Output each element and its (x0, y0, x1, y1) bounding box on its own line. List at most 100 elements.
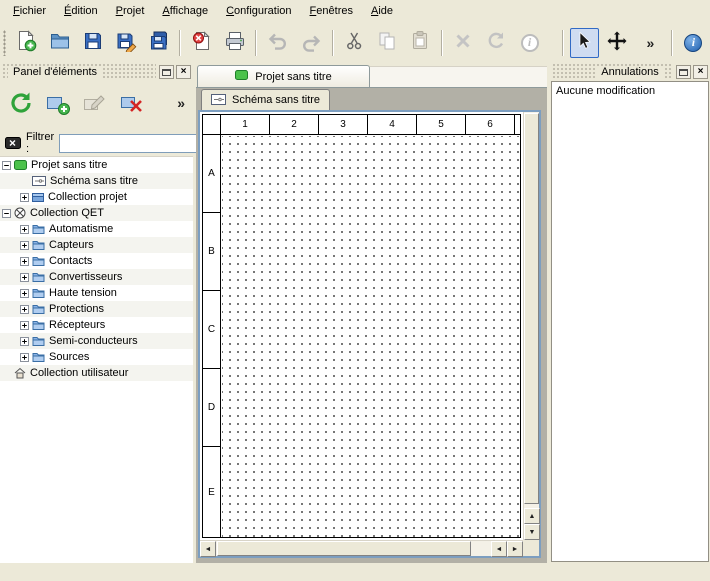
selection-mode-button[interactable] (570, 28, 599, 58)
tree-item-semi-conducteurs[interactable]: Semi-conducteurs (0, 333, 193, 349)
new-document-button[interactable] (12, 28, 41, 58)
about-info-button[interactable]: i (679, 28, 708, 58)
float-icon (679, 68, 688, 76)
toolbar-grip[interactable] (3, 30, 6, 56)
toolbar-separator (441, 30, 443, 56)
open-document-button[interactable] (45, 28, 74, 58)
save-as-button[interactable] (111, 28, 140, 58)
info-button[interactable]: i (515, 28, 544, 58)
scroll-up-button[interactable]: ▲ (524, 508, 540, 524)
expand-expander-icon[interactable] (20, 257, 29, 266)
menu-fichier[interactable]: Fichier (4, 0, 55, 23)
ruler-row-d: D (203, 369, 220, 447)
diagram-view[interactable]: 1 2 3 4 5 6 A B C D (200, 112, 523, 540)
elements-toolbar: » (0, 86, 193, 122)
scroll-left-button[interactable]: ◄ (200, 541, 216, 557)
mdi-area: Projet sans titre Schéma sans titre 1 2 … (196, 63, 547, 563)
expand-expander-icon[interactable] (20, 353, 29, 362)
menu-projet[interactable]: Projet (107, 0, 154, 23)
menu-affichage[interactable]: Affichage (153, 0, 217, 23)
tree-item-sources[interactable]: Sources (0, 349, 193, 365)
tree-item-collection-utilisateur[interactable]: Collection utilisateur (0, 365, 193, 381)
scroll-left-button[interactable]: ◄ (491, 541, 507, 557)
ruler-column-3: 3 (319, 115, 368, 134)
collapse-expander-icon[interactable] (2, 161, 11, 170)
tree-item-recepteurs[interactable]: Récepteurs (0, 317, 193, 333)
menu-edition[interactable]: Édition (55, 0, 107, 23)
filter-input[interactable] (59, 134, 209, 153)
toolbar-overflow-button[interactable]: » (636, 28, 665, 58)
collapse-expander-icon[interactable] (2, 209, 11, 218)
expand-expander-icon[interactable] (20, 193, 29, 202)
tree-item-projet-sans-titre[interactable]: Projet sans titre (0, 157, 193, 173)
menu-configuration[interactable]: Configuration (217, 0, 300, 23)
expand-expander-icon[interactable] (20, 337, 29, 346)
horizontal-scrollbar[interactable]: ◄ ◄ ► (200, 540, 523, 556)
tree-item-label: Capteurs (48, 239, 94, 251)
undo-button[interactable] (263, 28, 292, 58)
tree-item-label: Automatisme (48, 223, 113, 235)
expand-expander-icon[interactable] (20, 305, 29, 314)
cut-button[interactable] (340, 28, 369, 58)
diagram-window: 1 2 3 4 5 6 A B C D (198, 110, 541, 558)
paste-button[interactable] (406, 28, 435, 58)
undo-list-item[interactable]: Aucune modification (552, 82, 708, 100)
float-dock-button[interactable] (159, 65, 174, 79)
vertical-scrollbar-buttons: ▲ ▼ (524, 508, 539, 540)
new-element-button[interactable] (41, 88, 74, 121)
save-all-button[interactable] (144, 28, 173, 58)
undo-list[interactable]: Aucune modification (551, 81, 709, 562)
tree-item-convertisseurs[interactable]: Convertisseurs (0, 269, 193, 285)
tree-item-label: Sources (48, 351, 89, 363)
ruler-corner (203, 115, 221, 135)
close-dock-button[interactable]: × (693, 65, 708, 79)
print-button[interactable] (220, 28, 249, 58)
menu-fenetres[interactable]: Fenêtres (301, 0, 362, 23)
tree-item-label: Protections (48, 303, 104, 315)
edit-element-button[interactable] (78, 88, 111, 121)
tab-projet-sans-titre[interactable]: Projet sans titre (197, 65, 370, 87)
menu-aide[interactable]: Aide (362, 0, 402, 23)
move-arrows-icon (606, 30, 628, 55)
vertical-scrollbar[interactable]: ▲ ▼ (523, 112, 539, 540)
expand-expander-icon[interactable] (20, 273, 29, 282)
delete-element-button[interactable] (115, 88, 148, 121)
tree-item-contacts[interactable]: Contacts (0, 253, 193, 269)
reload-collections-button[interactable] (4, 88, 37, 121)
vertical-scrollbar-thumb[interactable] (524, 113, 539, 504)
tab-schema-sans-titre[interactable]: Schéma sans titre (201, 89, 330, 110)
tabbar-empty-area (370, 66, 547, 87)
expand-expander-icon[interactable] (20, 289, 29, 298)
save-button[interactable] (78, 28, 107, 58)
scroll-right-button[interactable]: ► (507, 541, 523, 557)
delete-button[interactable] (449, 28, 478, 58)
tree-item-collection-projet[interactable]: Collection projet (0, 189, 193, 205)
expand-expander-icon[interactable] (20, 321, 29, 330)
tree-item-automatisme[interactable]: Automatisme (0, 221, 193, 237)
close-file-button[interactable] (187, 28, 216, 58)
expand-expander-icon[interactable] (20, 225, 29, 234)
copy-button[interactable] (373, 28, 402, 58)
clear-filter-button[interactable] (5, 136, 21, 151)
schema-canvas[interactable]: 1 2 3 4 5 6 A B C D (202, 114, 521, 538)
float-dock-button[interactable] (676, 65, 691, 79)
redo-icon (300, 32, 322, 54)
rotate-button[interactable] (482, 28, 511, 58)
close-dock-button[interactable]: × (176, 65, 191, 79)
tree-item-protections[interactable]: Protections (0, 301, 193, 317)
save-floppy-icon (82, 30, 104, 55)
pan-mode-button[interactable] (603, 28, 632, 58)
expand-expander-icon[interactable] (20, 241, 29, 250)
tree-item-haute-tension[interactable]: Haute tension (0, 285, 193, 301)
tree-item-schema-sans-titre[interactable]: Schéma sans titre (0, 173, 193, 189)
tree-item-collection-qet[interactable]: Collection QET (0, 205, 193, 221)
tree-item-capteurs[interactable]: Capteurs (0, 237, 193, 253)
elements-overflow-button[interactable]: » (177, 95, 185, 111)
horizontal-scrollbar-thumb[interactable] (217, 541, 471, 556)
scroll-down-button[interactable]: ▼ (524, 524, 540, 540)
elements-dock: Panel d'éléments × » (0, 63, 193, 563)
schema-grid[interactable] (222, 136, 520, 537)
open-folder-icon (49, 30, 71, 55)
redo-button[interactable] (297, 28, 326, 58)
delete-element-icon (119, 90, 145, 119)
